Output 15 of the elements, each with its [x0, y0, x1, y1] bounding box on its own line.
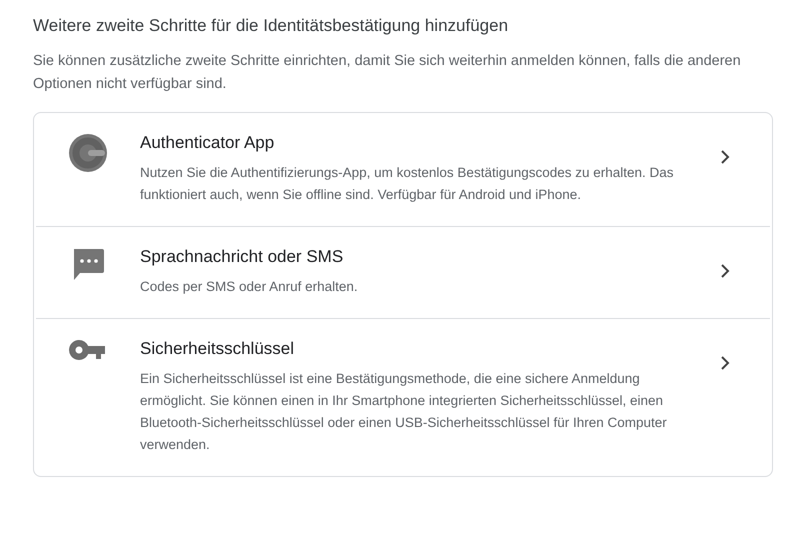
- option-description: Nutzen Sie die Authentifizierungs-App, um kostenlos Bestätigungscodes zu erhalten. Das funktioniert auch, wenn Sie offline sind. Verfügbar für Android und iPhone.: [140, 164, 675, 204]
- chevron-right-icon: [720, 355, 730, 371]
- chevron-right-icon: [720, 263, 730, 279]
- option-title: Authenticator App: [140, 132, 276, 154]
- section-description: Sie können zusätzliche zweite Schritte einrichten, damit Sie sich weiterhin anmelden können, falls die anderen Optionen nicht verfügbar sind.: [33, 52, 742, 94]
- section-heading: Weitere zweite Schritte für die Identitätsbestätigung hinzufügen: [33, 15, 510, 37]
- option-row[interactable]: Authenticator App Nutzen Sie die Authentifizierungs-App, um kostenlos Bestätigungscodes zu erhalten. Das funktioniert auch, wenn Sie offline sind. Verfügbar für Android und iPhone.: [36, 113, 770, 226]
- option-row[interactable]: Sprachnachricht oder SMS Codes per SMS oder Anruf erhalten.: [36, 226, 770, 318]
- key-icon: [69, 339, 107, 361]
- chevron-right-icon: [720, 149, 730, 165]
- option-title: Sprachnachricht oder SMS: [140, 246, 344, 268]
- option-title: Sicherheitsschlüssel: [140, 338, 296, 360]
- option-description: Ein Sicherheitsschlüssel ist eine Bestätigungsmethode, die eine sichere Anmeldung ermöglicht. Sie können einen in Ihr Smartphone integrierten Sicherheitsschlüssel, einen Bluetooth-Sicherheitsschlüssel oder einen USB-Sicherheitsschlüssel für Ihren Computer verwenden.: [140, 370, 668, 454]
- option-description: Codes per SMS oder Anruf erhalten.: [140, 278, 359, 296]
- authenticator-icon: [68, 133, 108, 173]
